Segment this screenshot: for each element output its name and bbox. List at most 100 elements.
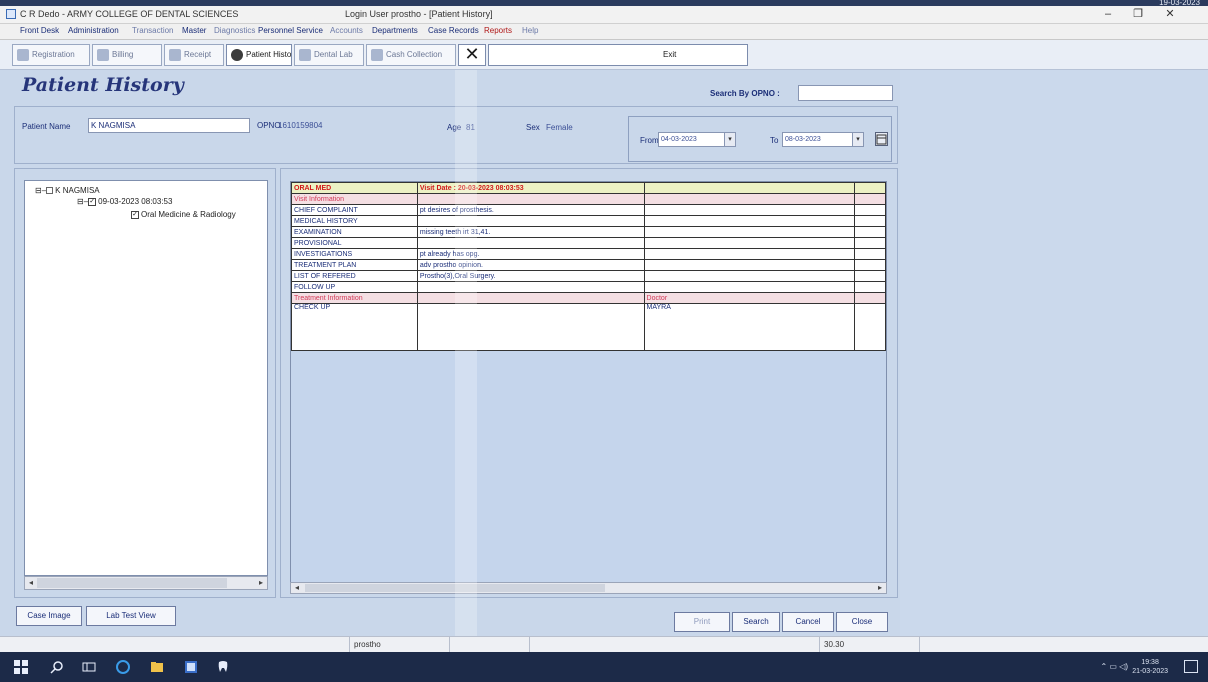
receipt-button[interactable]: Receipt: [164, 44, 224, 66]
tree-horizontal-scrollbar[interactable]: ◂ ▸: [24, 576, 268, 590]
menu-personnel-service[interactable]: Personnel Service: [258, 26, 323, 35]
to-label: To: [770, 136, 779, 145]
scroll-right-icon[interactable]: ▸: [255, 577, 267, 589]
table-cell: [643, 270, 856, 282]
close-x-icon: ✕: [464, 44, 480, 64]
tree-dept-node[interactable]: ✓ Oral Medicine & Radiology: [131, 210, 236, 219]
status-seg-1: [0, 637, 350, 652]
tray-time: 19:38: [1141, 659, 1159, 666]
patient-name-field[interactable]: K NAGMISA: [88, 118, 250, 133]
table-cell: [643, 259, 856, 271]
tree-root-node[interactable]: ⊟– K NAGMISA: [35, 186, 100, 195]
file-explorer-icon[interactable]: [150, 660, 164, 674]
table-row[interactable]: ORAL MED Visit Date : 20-03-2023 08:03:53: [291, 182, 886, 194]
dental-lab-button[interactable]: Dental Lab: [294, 44, 364, 66]
patient-history-button[interactable]: Patient History: [226, 44, 292, 66]
restore-button[interactable]: ❐: [1124, 7, 1152, 22]
edge-browser-icon[interactable]: [116, 660, 130, 674]
menu-transaction[interactable]: Transaction: [132, 26, 174, 35]
chevron-down-icon: ▾: [852, 133, 863, 146]
registration-button[interactable]: Registration: [12, 44, 90, 66]
lab-test-view-button[interactable]: Lab Test View: [86, 606, 176, 626]
table-cell: [643, 226, 856, 238]
checkbox-icon: [46, 187, 54, 195]
table-cell: [643, 237, 856, 249]
sex-value: Female: [546, 123, 573, 132]
cash-collection-button[interactable]: Cash Collection: [366, 44, 456, 66]
table-cell: INVESTIGATIONS: [291, 248, 418, 260]
table-row[interactable]: TREATMENT PLAN adv prostho opinion.: [291, 259, 886, 271]
table-row[interactable]: LIST OF REFERED Prostho(3),Oral Surgery.: [291, 270, 886, 282]
menu-front-desk[interactable]: Front Desk: [20, 26, 59, 35]
close-window-button[interactable]: ✕: [1156, 7, 1184, 22]
table-cell: LIST OF REFERED: [291, 270, 418, 282]
table-cell: [643, 182, 856, 194]
cancel-button[interactable]: Cancel: [782, 612, 834, 632]
menu-accounts[interactable]: Accounts: [330, 26, 363, 35]
table-cell: [643, 193, 856, 205]
tree-visit-node[interactable]: ⊟–✓ 09-03-2023 08:03:53: [77, 197, 172, 206]
menu-diagnostics[interactable]: Diagnostics: [214, 26, 255, 35]
notification-icon[interactable]: [1184, 660, 1198, 673]
table-row[interactable]: EXAMINATION missing teeth irt 31,41.: [291, 226, 886, 238]
table-cell: CHECK UP: [291, 303, 418, 351]
table-cell: [416, 215, 645, 227]
menu-help[interactable]: Help: [522, 26, 538, 35]
minimize-button[interactable]: –: [1094, 7, 1122, 22]
table-cell: [854, 303, 886, 351]
billing-button[interactable]: Billing: [92, 44, 162, 66]
table-cell: [643, 204, 856, 216]
scroll-left-icon[interactable]: ◂: [291, 582, 303, 594]
status-user: prostho: [350, 637, 450, 652]
sex-label: Sex: [526, 123, 540, 132]
taskbar: ⌃ ▭ ◁) 19:38 21-03-2023: [0, 652, 1208, 682]
close-button[interactable]: Close: [836, 612, 888, 632]
table-cell: [643, 281, 856, 293]
table-cell: TREATMENT PLAN: [291, 259, 418, 271]
tray-icons[interactable]: ⌃ ▭ ◁): [1100, 662, 1128, 671]
from-date-picker[interactable]: 04-03-2023 ▾: [658, 132, 736, 147]
menu-bar: Front Desk Administration Transaction Ma…: [0, 24, 1208, 40]
grid-horizontal-scrollbar[interactable]: ◂ ▸: [290, 582, 887, 594]
table-cell: adv prostho opinion.: [416, 259, 645, 271]
table-row[interactable]: CHIEF COMPLAINT pt desires of prosthesis.: [291, 204, 886, 216]
app-window-icon[interactable]: [184, 660, 198, 674]
opno-value: 1610159804: [278, 121, 323, 130]
tooth-app-icon[interactable]: [216, 660, 230, 674]
search-button[interactable]: Search: [732, 612, 780, 632]
print-button[interactable]: Print: [674, 612, 730, 632]
search-icon[interactable]: [50, 660, 64, 674]
from-date-value: 04-03-2023: [661, 136, 697, 143]
calendar-icon[interactable]: [875, 132, 888, 146]
close-x-button[interactable]: ✕: [458, 44, 486, 66]
scroll-thumb[interactable]: [37, 578, 227, 588]
menu-administration[interactable]: Administration: [68, 26, 119, 35]
menu-case-records[interactable]: Case Records: [428, 26, 479, 35]
table-cell: [854, 226, 886, 238]
table-row[interactable]: Visit Information: [291, 193, 886, 205]
search-opno-input[interactable]: [798, 85, 893, 101]
case-image-button[interactable]: Case Image: [16, 606, 82, 626]
table-row[interactable]: Treatment Information Doctor: [291, 292, 886, 304]
menu-master[interactable]: Master: [182, 26, 206, 35]
to-date-picker[interactable]: 08-03-2023 ▾: [782, 132, 864, 147]
menu-departments[interactable]: Departments: [372, 26, 418, 35]
tray-clock[interactable]: 19:38 21-03-2023: [1132, 658, 1168, 676]
task-view-icon[interactable]: [82, 660, 96, 674]
table-cell: pt desires of prosthesis.: [416, 204, 645, 216]
menu-reports[interactable]: Reports: [484, 26, 512, 35]
table-row[interactable]: FOLLOW UP: [291, 281, 886, 293]
windows-start-icon[interactable]: [14, 660, 28, 674]
patient-name-label: Patient Name: [22, 122, 71, 131]
table-row[interactable]: MEDICAL HISTORY: [291, 215, 886, 227]
table-cell: CHIEF COMPLAINT: [291, 204, 418, 216]
table-row[interactable]: PROVISIONAL: [291, 237, 886, 249]
table-row[interactable]: INVESTIGATIONS pt already has opg.: [291, 248, 886, 260]
exit-button[interactable]: Exit: [488, 44, 748, 66]
table-row[interactable]: CHECK UP MAYRA: [291, 303, 886, 351]
scroll-left-icon[interactable]: ◂: [25, 577, 37, 589]
table-cell: ORAL MED: [291, 182, 418, 194]
scroll-right-icon[interactable]: ▸: [874, 582, 886, 594]
receipt-label: Receipt: [184, 50, 212, 59]
receipt-icon: [169, 48, 181, 61]
